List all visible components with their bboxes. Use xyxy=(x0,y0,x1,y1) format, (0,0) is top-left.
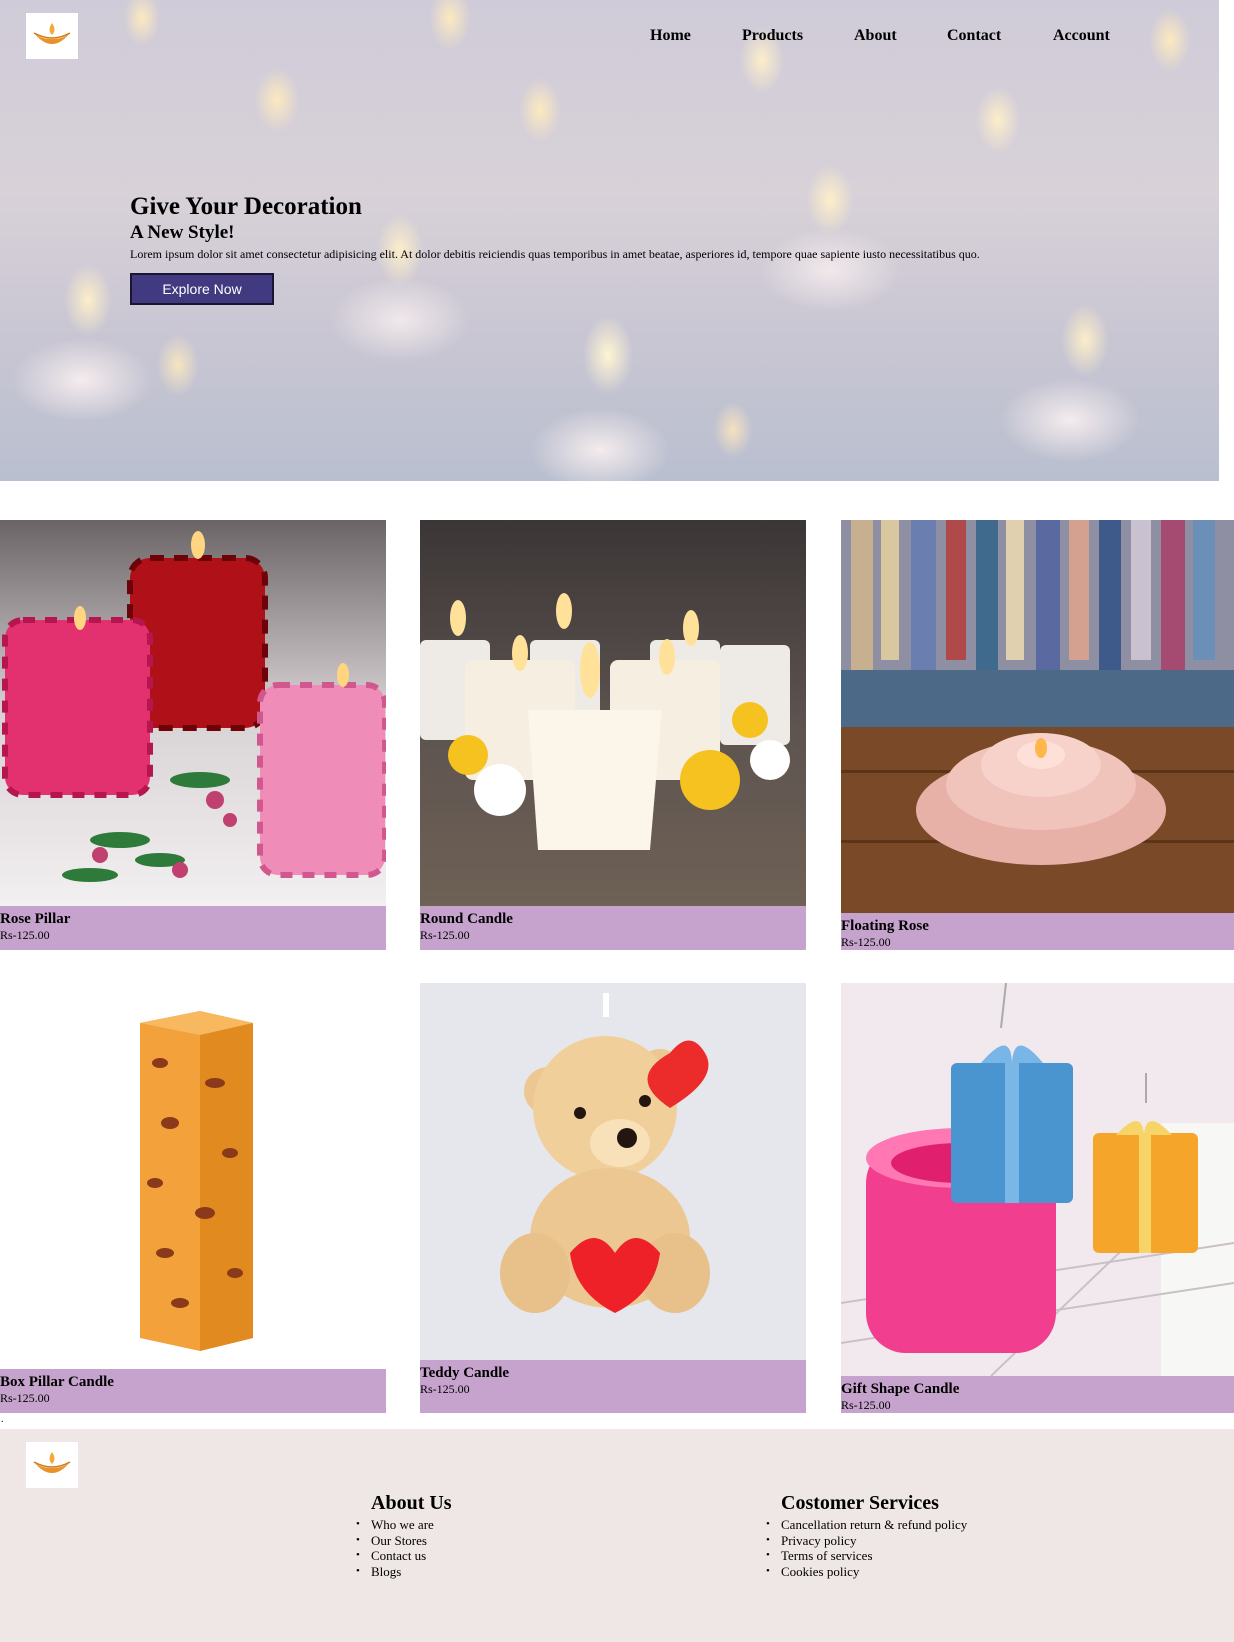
nav-about[interactable]: About xyxy=(854,27,897,45)
product-image[interactable] xyxy=(841,520,1234,913)
product-card-round-candle[interactable]: Round Candle Rs-125.00 xyxy=(420,520,806,950)
product-name[interactable]: Box Pillar Candle xyxy=(0,1374,386,1391)
nav-products[interactable]: Products xyxy=(742,27,803,45)
product-card-box-pillar-candle[interactable]: Box Pillar Candle Rs-125.00 xyxy=(0,983,386,1413)
footer-link-cookies[interactable]: Cookies policy xyxy=(766,1564,967,1580)
footer-logo[interactable] xyxy=(26,1442,78,1488)
stray-dot: . xyxy=(1,1414,4,1425)
footer-about-links: Who we are Our Stores Contact us Blogs xyxy=(356,1517,452,1580)
footer-services-column: Costomer Services Cancellation return & … xyxy=(766,1491,967,1580)
footer-link-who-we-are[interactable]: Who we are xyxy=(356,1517,452,1533)
hero-subtitle: A New Style! xyxy=(130,222,235,243)
footer-link-blogs[interactable]: Blogs xyxy=(356,1564,452,1580)
product-price: Rs-125.00 xyxy=(420,1382,470,1396)
footer-about-column: About Us Who we are Our Stores Contact u… xyxy=(356,1491,452,1580)
product-price: Rs-125.00 xyxy=(841,1398,891,1412)
nav-contact[interactable]: Contact xyxy=(947,27,1001,45)
product-caption: Gift Shape Candle Rs-125.00 xyxy=(841,1376,1234,1413)
product-price: Rs-125.00 xyxy=(0,928,50,942)
product-name[interactable]: Round Candle xyxy=(420,911,806,928)
product-caption: Rose Pillar Rs-125.00 xyxy=(0,906,386,950)
product-name[interactable]: Floating Rose xyxy=(841,918,1234,935)
hero-title: Give Your Decoration xyxy=(130,193,362,220)
footer-link-contact-us[interactable]: Contact us xyxy=(356,1548,452,1564)
product-card-teddy-candle[interactable]: Teddy Candle Rs-125.00 xyxy=(420,983,806,1413)
product-caption: Box Pillar Candle Rs-125.00 xyxy=(0,1369,386,1413)
hero-description: Lorem ipsum dolor sit amet consectetur a… xyxy=(130,247,980,261)
hero-banner: Home Products About Contact Account Give… xyxy=(0,0,1219,481)
product-image[interactable] xyxy=(420,983,806,1360)
product-name[interactable]: Teddy Candle xyxy=(420,1365,806,1382)
hero-text: Give Your Decoration A New Style! Lorem … xyxy=(130,192,1210,262)
product-image[interactable] xyxy=(0,520,386,906)
product-price: Rs-125.00 xyxy=(420,928,470,942)
product-card-rose-pillar[interactable]: Rose Pillar Rs-125.00 xyxy=(0,520,386,950)
explore-now-button[interactable]: Explore Now xyxy=(130,273,274,305)
diya-lamp-icon xyxy=(33,1452,71,1473)
nav-account[interactable]: Account xyxy=(1053,27,1110,45)
product-image[interactable] xyxy=(0,983,386,1369)
product-image[interactable] xyxy=(841,983,1234,1376)
product-caption: Round Candle Rs-125.00 xyxy=(420,906,806,950)
product-caption: Teddy Candle Rs-125.00 xyxy=(420,1360,806,1413)
product-price: Rs-125.00 xyxy=(0,1391,50,1405)
footer-link-terms[interactable]: Terms of services xyxy=(766,1548,967,1564)
product-price: Rs-125.00 xyxy=(841,935,891,949)
footer: About Us Who we are Our Stores Contact u… xyxy=(0,1429,1234,1642)
nav-home[interactable]: Home xyxy=(650,27,691,45)
main-nav: Home Products About Contact Account xyxy=(0,27,1219,49)
product-card-floating-rose[interactable]: Floating Rose Rs-125.00 xyxy=(841,520,1234,950)
footer-services-links: Cancellation return & refund policy Priv… xyxy=(766,1517,967,1580)
product-card-gift-shape-candle[interactable]: Gift Shape Candle Rs-125.00 xyxy=(841,983,1234,1413)
footer-services-heading: Costomer Services xyxy=(781,1492,939,1514)
product-image[interactable] xyxy=(420,520,806,906)
footer-link-our-stores[interactable]: Our Stores xyxy=(356,1533,452,1549)
product-name[interactable]: Rose Pillar xyxy=(0,911,386,928)
product-caption: Floating Rose Rs-125.00 xyxy=(841,913,1234,950)
footer-link-cancellation[interactable]: Cancellation return & refund policy xyxy=(766,1517,967,1533)
footer-link-privacy[interactable]: Privacy policy xyxy=(766,1533,967,1549)
footer-about-heading: About Us xyxy=(371,1492,452,1514)
product-name[interactable]: Gift Shape Candle xyxy=(841,1381,1234,1398)
